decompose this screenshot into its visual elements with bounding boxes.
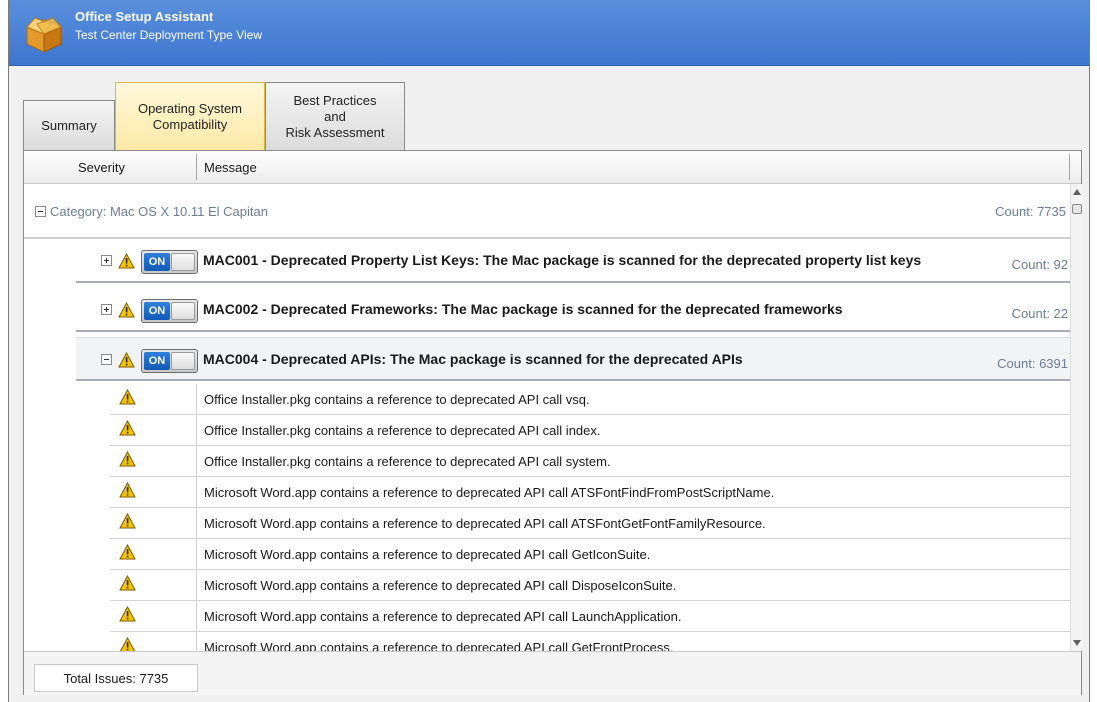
toggle-on-label: ON: [144, 302, 170, 320]
cell-divider: [196, 384, 197, 415]
issue-row[interactable]: Microsoft Word.app contains a reference …: [110, 570, 1070, 601]
rule-toggle-switch[interactable]: ON: [141, 349, 198, 373]
column-divider[interactable]: [1069, 154, 1070, 180]
cell-divider: [196, 508, 197, 539]
cell-divider: [196, 632, 197, 651]
warning-icon: [119, 482, 136, 498]
cell-divider: [196, 446, 197, 477]
column-header-severity[interactable]: Severity: [78, 160, 125, 175]
rule-count: Count: 92: [1011, 257, 1068, 272]
column-divider[interactable]: [196, 154, 197, 180]
tab-operating-system-compatibility[interactable]: Operating System Compatibility: [115, 82, 265, 150]
warning-icon: [119, 637, 136, 651]
cell-divider: [196, 539, 197, 570]
expand-icon[interactable]: [101, 255, 112, 266]
warning-icon: [119, 389, 136, 405]
issue-row[interactable]: Microsoft Word.app contains a reference …: [110, 508, 1070, 539]
toggle-knob: [171, 302, 195, 320]
scroll-down-arrow-icon[interactable]: [1073, 640, 1081, 646]
category-count: Count: 7735: [995, 204, 1066, 219]
total-issues: Total Issues: 7735: [34, 664, 198, 692]
app-window: Office Setup Assistant Test Center Deplo…: [8, 0, 1090, 702]
expand-icon[interactable]: [101, 304, 112, 315]
rule-row-mac002[interactable]: ON MAC002 - Deprecated Frameworks: The M…: [76, 288, 1070, 332]
issue-message: Microsoft Word.app contains a reference …: [204, 609, 682, 624]
rule-row-mac001[interactable]: ON MAC001 - Deprecated Property List Key…: [76, 239, 1070, 283]
tab-best-practices-label: Best Practices and Risk Assessment: [285, 92, 385, 140]
window-title: Office Setup Assistant: [75, 9, 214, 24]
rule-title: MAC001 - Deprecated Property List Keys: …: [203, 252, 922, 268]
warning-icon: [119, 451, 136, 467]
issue-message: Office Installer.pkg contains a referenc…: [204, 454, 611, 469]
tab-best-practices[interactable]: Best Practices and Risk Assessment: [265, 82, 405, 150]
issue-row[interactable]: Microsoft Word.app contains a reference …: [110, 539, 1070, 570]
category-row[interactable]: Category: Mac OS X 10.11 El Capitan Coun…: [24, 194, 1070, 239]
toggle-on-label: ON: [144, 253, 170, 271]
title-bar: Office Setup Assistant Test Center Deplo…: [9, 0, 1089, 66]
rule-toggle-switch[interactable]: ON: [141, 299, 198, 323]
column-header-message[interactable]: Message: [204, 160, 257, 175]
issue-message: Office Installer.pkg contains a referenc…: [204, 392, 590, 407]
issue-message: Office Installer.pkg contains a referenc…: [204, 423, 601, 438]
column-header-row: Severity Message: [24, 151, 1081, 184]
toggle-on-label: ON: [144, 352, 170, 370]
rule-title: MAC002 - Deprecated Frameworks: The Mac …: [203, 301, 843, 317]
issue-row[interactable]: Microsoft Word.app contains a reference …: [110, 601, 1070, 632]
tab-summary[interactable]: Summary: [23, 100, 115, 150]
results-grid: Category: Mac OS X 10.11 El Capitan Coun…: [24, 184, 1070, 651]
issue-row[interactable]: Office Installer.pkg contains a referenc…: [110, 415, 1070, 446]
warning-icon: [119, 575, 136, 591]
warning-icon: [119, 513, 136, 529]
warning-icon: [118, 352, 135, 368]
warning-icon: [118, 302, 135, 318]
issue-row[interactable]: Microsoft Word.app contains a reference …: [110, 477, 1070, 508]
window-subtitle: Test Center Deployment Type View: [75, 28, 262, 42]
cell-divider: [196, 477, 197, 508]
issue-message: Microsoft Word.app contains a reference …: [204, 578, 677, 593]
rule-count: Count: 22: [1011, 306, 1068, 321]
scrollbar-thumb[interactable]: [1072, 204, 1082, 214]
status-footer: Total Issues: 7735: [24, 651, 1081, 695]
toggle-knob: [171, 253, 195, 271]
rule-count: Count: 6391: [997, 356, 1068, 371]
tab-os-compat-label: Operating System Compatibility: [137, 100, 243, 132]
issue-message: Microsoft Word.app contains a reference …: [204, 516, 766, 531]
rule-title: MAC004 - Deprecated APIs: The Mac packag…: [203, 351, 743, 367]
warning-icon: [119, 544, 136, 560]
cell-divider: [196, 415, 197, 446]
warning-icon: [119, 606, 136, 622]
issue-message: Microsoft Word.app contains a reference …: [204, 547, 651, 562]
issue-message: Microsoft Word.app contains a reference …: [204, 485, 775, 500]
issue-row[interactable]: Office Installer.pkg contains a referenc…: [110, 384, 1070, 415]
rule-row-mac004[interactable]: ON MAC004 - Deprecated APIs: The Mac pac…: [76, 337, 1070, 381]
warning-icon: [119, 420, 136, 436]
issue-row[interactable]: Office Installer.pkg contains a referenc…: [110, 446, 1070, 477]
results-panel: Severity Message Category: Mac OS X 10.1…: [23, 150, 1083, 695]
scroll-up-arrow-icon[interactable]: [1073, 189, 1081, 195]
vertical-scrollbar[interactable]: [1070, 184, 1083, 651]
issue-row[interactable]: Microsoft Word.app contains a reference …: [110, 632, 1070, 651]
warning-icon: [118, 253, 135, 269]
package-box-icon: [25, 17, 63, 53]
cell-divider: [196, 570, 197, 601]
collapse-icon[interactable]: [35, 206, 46, 217]
rule-toggle-switch[interactable]: ON: [141, 250, 198, 274]
cell-divider: [196, 601, 197, 632]
toggle-knob: [171, 352, 195, 370]
collapse-icon[interactable]: [101, 354, 112, 365]
issue-message: Microsoft Word.app contains a reference …: [204, 640, 674, 651]
category-label: Category: Mac OS X 10.11 El Capitan: [50, 204, 268, 219]
tab-summary-label: Summary: [41, 117, 97, 133]
tab-strip: Summary Operating System Compatibility B…: [23, 82, 1073, 150]
